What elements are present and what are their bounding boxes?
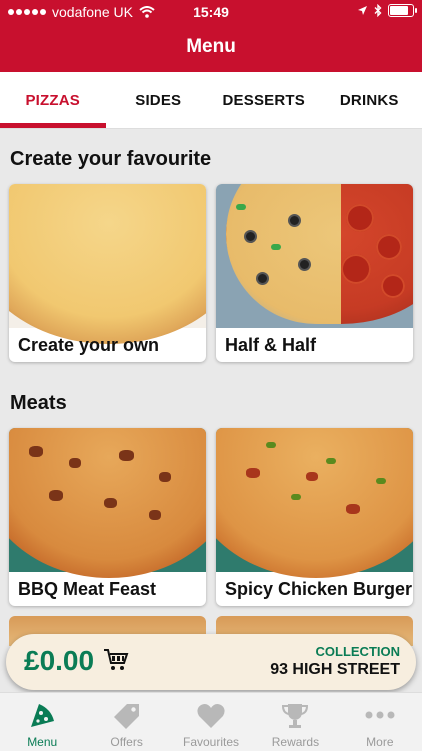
tab-drinks[interactable]: DRINKS <box>317 72 422 128</box>
order-mode-label: COLLECTION <box>270 644 400 659</box>
nav-label: Offers <box>84 735 168 749</box>
nav-label: Rewards <box>253 735 337 749</box>
app-header: vodafone UK 15:49 Menu <box>0 0 422 72</box>
nav-label: Menu <box>0 735 84 749</box>
location-arrow-icon <box>357 5 368 16</box>
page-title: Menu <box>0 36 422 58</box>
tab-sides[interactable]: SIDES <box>106 72 212 128</box>
nav-offers[interactable]: Offers <box>84 693 168 751</box>
menu-item-label: Create your own <box>18 335 159 356</box>
more-dots-icon <box>362 701 398 731</box>
menu-item-label: Half & Half <box>225 335 316 356</box>
collection-info: COLLECTION 93 HIGH STREET <box>270 644 400 679</box>
tab-desserts[interactable]: DESSERTS <box>211 72 317 128</box>
nav-menu[interactable]: Menu <box>0 693 84 751</box>
battery-icon <box>388 4 414 17</box>
menu-item-label: BBQ Meat Feast <box>18 579 156 600</box>
menu-item-card[interactable]: Spicy Chicken Burger <box>216 428 413 606</box>
pizza-slice-icon <box>27 701 57 731</box>
basket-total: £0.00 <box>24 645 94 677</box>
pizza-image <box>9 184 206 328</box>
pizza-image <box>9 428 206 572</box>
status-bar: vodafone UK 15:49 <box>0 0 422 24</box>
nav-rewards[interactable]: Rewards <box>253 693 337 751</box>
nav-more[interactable]: More <box>338 693 422 751</box>
store-name: 93 HIGH STREET <box>270 661 400 679</box>
pizza-image <box>216 184 413 328</box>
pizza-image <box>216 428 413 572</box>
menu-item-card[interactable]: Half & Half <box>216 184 413 362</box>
menu-item-card[interactable]: BBQ Meat Feast <box>9 428 206 606</box>
cart-icon <box>103 648 129 672</box>
basket-bar[interactable]: £0.00 COLLECTION 93 HIGH STREET <box>6 634 416 690</box>
menu-item-card[interactable]: Create your own <box>9 184 206 362</box>
category-tabs: PIZZAS SIDES DESSERTS DRINKS <box>0 72 422 129</box>
section-title: Create your favourite <box>10 148 211 171</box>
section-title: Meats <box>10 392 67 415</box>
nav-favourites[interactable]: Favourites <box>169 693 253 751</box>
menu-item-label: Spicy Chicken Burger <box>225 579 412 600</box>
heart-icon <box>196 701 226 731</box>
bluetooth-icon <box>374 4 382 17</box>
bottom-nav: Menu Offers Favourites Rewards More <box>0 692 422 751</box>
tag-icon <box>112 701 142 731</box>
nav-label: More <box>338 735 422 749</box>
tab-pizzas[interactable]: PIZZAS <box>0 72 106 128</box>
trophy-icon <box>280 701 310 731</box>
nav-label: Favourites <box>169 735 253 749</box>
